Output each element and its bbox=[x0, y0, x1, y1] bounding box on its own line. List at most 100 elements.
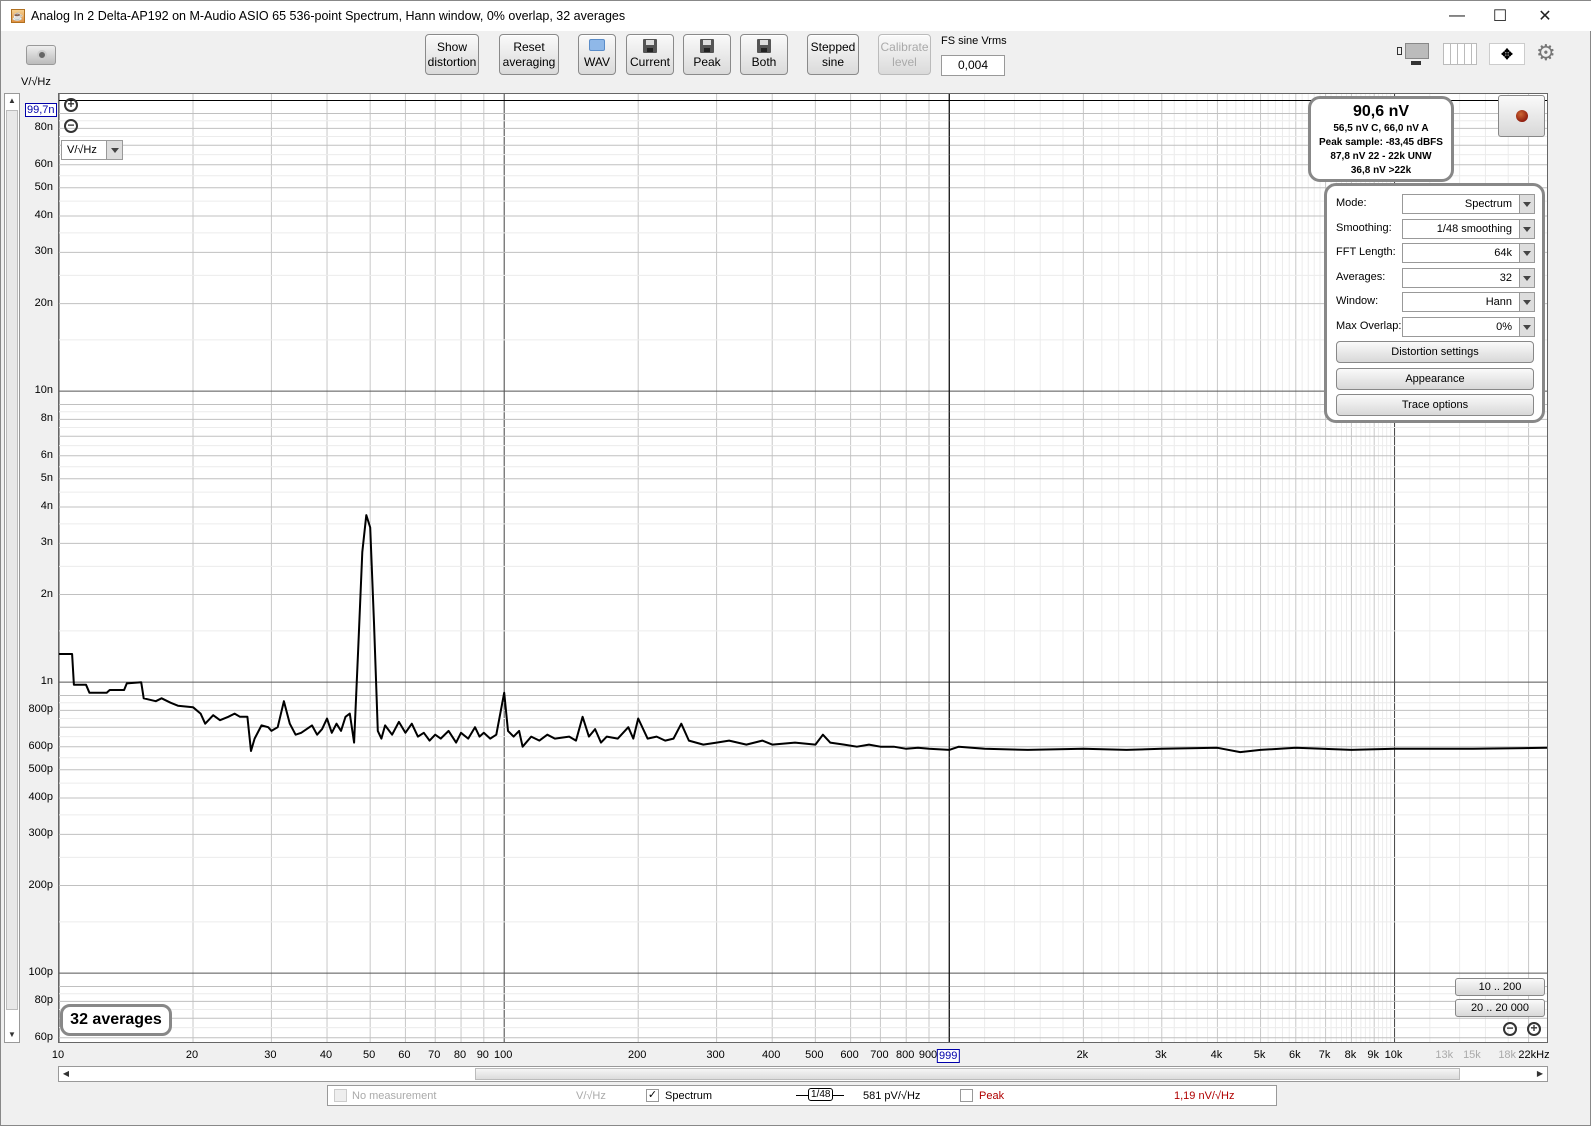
gear-icon[interactable]: ⚙ bbox=[1536, 42, 1556, 64]
y-tick-label: 30n bbox=[34, 245, 53, 258]
x-tick-label: 900 bbox=[918, 1049, 938, 1061]
save-icon bbox=[700, 39, 714, 53]
peak-value: 1,19 nV/√Hz bbox=[1174, 1090, 1235, 1102]
no-measurement-checkbox[interactable] bbox=[334, 1089, 347, 1102]
grid-icon[interactable] bbox=[1443, 43, 1477, 65]
cursor-y-readout: 99,7n bbox=[25, 103, 57, 117]
y-tick-label: 10n bbox=[34, 384, 53, 397]
button-label: Current bbox=[629, 55, 670, 69]
x-tick-label: 10k bbox=[1384, 1049, 1403, 1061]
trace-options-button[interactable]: Trace options bbox=[1336, 394, 1534, 416]
averages-select[interactable]: 32 bbox=[1402, 268, 1535, 288]
scroll-left-arrow[interactable]: ◀ bbox=[59, 1067, 73, 1081]
zoom-in-y-icon[interactable]: + bbox=[64, 98, 78, 112]
x-tick-label: 30 bbox=[264, 1049, 277, 1061]
window-title: Analog In 2 Delta-AP192 on M-Audio ASIO … bbox=[31, 9, 626, 23]
button-label: Stepped bbox=[810, 39, 856, 54]
minimize-button[interactable]: — bbox=[1434, 1, 1480, 31]
x-tick-label: 3k bbox=[1154, 1049, 1167, 1061]
chevron-down-icon[interactable] bbox=[1519, 293, 1534, 311]
zoom-out-y-icon[interactable]: − bbox=[64, 119, 78, 133]
zoom-out-x-icon[interactable]: − bbox=[1503, 1022, 1517, 1036]
readout-unweighted: 87,8 nV 22 - 22k UNW bbox=[1330, 151, 1432, 162]
maximize-button[interactable]: ☐ bbox=[1477, 1, 1523, 31]
horizontal-scroll-thumb[interactable] bbox=[475, 1068, 1460, 1080]
pan-arrows-icon[interactable]: ✥ bbox=[1489, 43, 1525, 65]
cursor-x-readout: 999 bbox=[936, 1049, 960, 1063]
chevron-down-icon[interactable] bbox=[1519, 220, 1534, 238]
folder-icon bbox=[589, 39, 605, 51]
close-button[interactable]: ✕ bbox=[1522, 1, 1568, 31]
unit-select[interactable]: V/√Hz bbox=[61, 140, 123, 160]
max-overlap-select[interactable]: 0% bbox=[1402, 317, 1535, 337]
readout-main: 90,6 nV bbox=[1352, 103, 1410, 120]
range-10-200-button[interactable]: 10 .. 200 bbox=[1455, 978, 1545, 996]
fft-length-value: 64k bbox=[1494, 247, 1512, 259]
scroll-right-arrow[interactable]: ▶ bbox=[1533, 1067, 1547, 1081]
save-icon bbox=[643, 39, 657, 53]
save-both-button[interactable]: Both bbox=[740, 34, 788, 75]
save-current-button[interactable]: Current bbox=[626, 34, 674, 75]
x-tick-label: 800 bbox=[896, 1049, 915, 1061]
y-tick-label: 100p bbox=[28, 966, 53, 979]
smoothing-label: Smoothing: bbox=[1336, 222, 1392, 234]
y-tick-label: 6n bbox=[40, 448, 53, 461]
trace-spectrum bbox=[59, 514, 1547, 754]
range-20-20000-button[interactable]: 20 .. 20 000 bbox=[1455, 999, 1545, 1017]
x-tick-label: 40 bbox=[319, 1049, 333, 1061]
x-tick-label: 100 bbox=[493, 1049, 513, 1061]
spectrum-checkbox[interactable]: ✓ bbox=[646, 1089, 659, 1102]
chevron-down-icon[interactable] bbox=[1519, 195, 1534, 213]
smoothing-badge: 1/48 bbox=[808, 1088, 834, 1101]
chevron-down-icon[interactable] bbox=[1519, 318, 1534, 336]
mode-select[interactable]: Spectrum bbox=[1402, 194, 1535, 214]
peak-checkbox[interactable] bbox=[960, 1089, 973, 1102]
x-tick-label: 4k bbox=[1210, 1049, 1223, 1061]
vertical-scrollbar[interactable]: ▲ ▼ bbox=[4, 93, 20, 1043]
scroll-up-arrow[interactable]: ▲ bbox=[5, 94, 19, 108]
record-icon bbox=[1516, 110, 1528, 122]
zoom-in-x-icon[interactable]: + bbox=[1527, 1022, 1541, 1036]
y-tick-label: 800p bbox=[28, 703, 53, 716]
max-overlap-value: 0% bbox=[1496, 321, 1512, 333]
record-button[interactable] bbox=[1498, 95, 1545, 137]
no-measurement-label: No measurement bbox=[352, 1090, 437, 1102]
button-label: Peak bbox=[693, 55, 721, 69]
button-label: Both bbox=[751, 55, 777, 69]
x-tick-label: 8k bbox=[1344, 1049, 1357, 1061]
save-peak-button[interactable]: Peak bbox=[683, 34, 731, 75]
button-label: distortion bbox=[427, 54, 477, 69]
y-tick-label: 600p bbox=[28, 739, 53, 752]
appearance-button[interactable]: Appearance bbox=[1336, 368, 1534, 390]
y-tick-label: 300p bbox=[28, 827, 53, 840]
smoothing-select[interactable]: 1/48 smoothing bbox=[1402, 219, 1535, 239]
window-value: Hann bbox=[1485, 296, 1512, 308]
fft-length-select[interactable]: 64k bbox=[1402, 243, 1535, 263]
distortion-settings-button[interactable]: Distortion settings bbox=[1336, 341, 1534, 363]
wav-button[interactable]: WAV bbox=[578, 34, 616, 75]
chevron-down-icon[interactable] bbox=[1519, 244, 1534, 262]
reset-averaging-button[interactable]: Reset averaging bbox=[499, 34, 559, 75]
x-tick-label: 60 bbox=[398, 1049, 411, 1061]
window-select[interactable]: Hann bbox=[1402, 292, 1535, 312]
fs-sine-vrms-input[interactable]: 0,004 bbox=[941, 55, 1005, 76]
camera-icon[interactable] bbox=[26, 45, 56, 65]
x-tick-label: 90 bbox=[476, 1049, 489, 1061]
chevron-down-icon[interactable] bbox=[1519, 269, 1534, 287]
y-tick-label: 50n bbox=[34, 180, 53, 193]
y-unit-label: V/√Hz bbox=[21, 76, 51, 88]
java-app-icon: ☕ bbox=[11, 9, 25, 23]
averages-badge: 32 averages bbox=[60, 1004, 172, 1036]
y-tick-label: 4n bbox=[40, 499, 53, 512]
readout-peak-sample: Peak sample: -83,45 dBFS bbox=[1319, 137, 1443, 148]
chevron-down-icon[interactable] bbox=[106, 141, 122, 159]
horizontal-scrollbar[interactable]: ◀ ▶ bbox=[58, 1066, 1548, 1082]
graph-layout-icon[interactable] bbox=[1396, 41, 1432, 67]
show-distortion-button[interactable]: Show distortion bbox=[425, 34, 479, 75]
calibrate-level-button[interactable]: Calibrate level bbox=[878, 34, 931, 75]
y-tick-label: 80n bbox=[34, 121, 53, 134]
stepped-sine-button[interactable]: Stepped sine bbox=[807, 34, 859, 75]
x-tick-label: 2k bbox=[1076, 1049, 1089, 1061]
button-label: Calibrate bbox=[880, 39, 929, 54]
y-tick-label: 60p bbox=[34, 1030, 53, 1043]
